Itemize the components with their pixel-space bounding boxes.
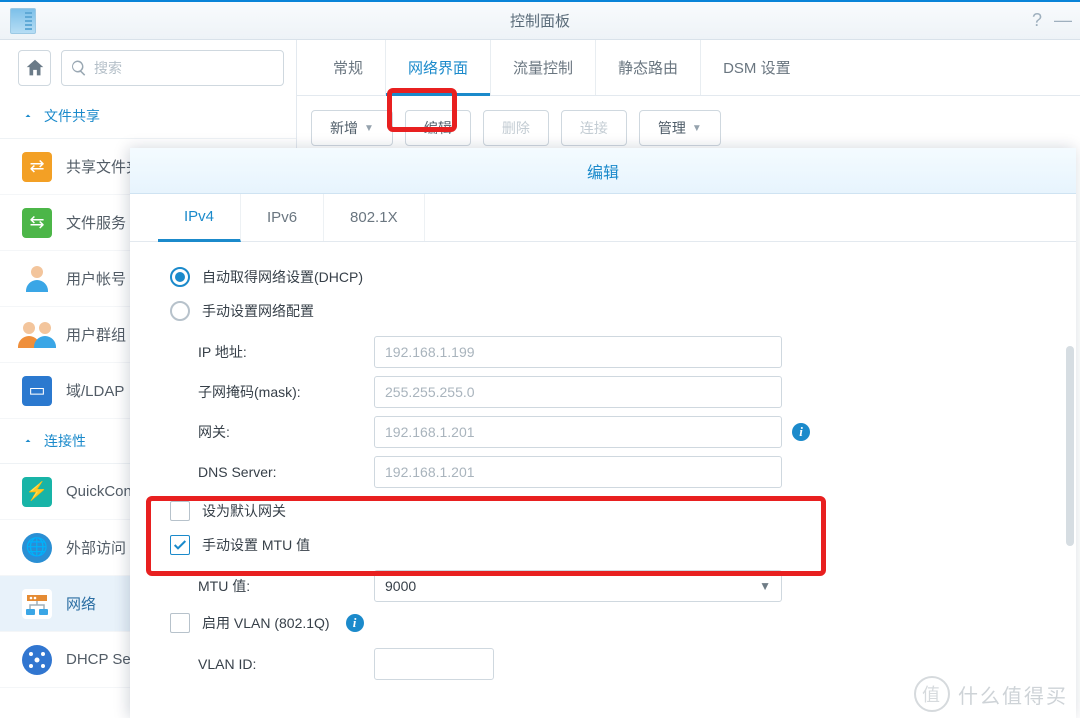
modal-title: 编辑 <box>130 148 1076 194</box>
tab-network-interface[interactable]: 网络界面 <box>386 40 491 95</box>
watermark: 值 什么值得买 <box>914 676 1068 712</box>
row-ip: IP 地址: <box>198 332 1036 372</box>
button-label: 新增 <box>330 118 358 138</box>
tab-general[interactable]: 常规 <box>311 40 386 95</box>
checkbox-label: 设为默认网关 <box>202 501 286 521</box>
info-icon[interactable]: i <box>346 614 364 632</box>
mask-input <box>374 376 782 408</box>
caret-down-icon: ▼ <box>759 579 771 593</box>
watermark-icon: 值 <box>914 676 950 712</box>
edit-modal: 编辑 IPv4 IPv6 802.1X 自动取得网络设置(DHCP) 手动设置网… <box>130 148 1076 718</box>
gateway-input <box>374 416 782 448</box>
tab-flow-control[interactable]: 流量控制 <box>491 40 596 95</box>
ip-input <box>374 336 782 368</box>
checkbox-default-gateway[interactable]: 设为默认网关 <box>170 494 1036 528</box>
sidebar-item-label: 用户群组 <box>66 324 126 345</box>
search-icon <box>70 59 88 77</box>
tab-dsm-settings[interactable]: DSM 设置 <box>701 40 813 95</box>
add-button[interactable]: 新增 ▼ <box>311 110 393 146</box>
group-file-share[interactable]: 文件共享 <box>0 94 296 139</box>
sidebar-item-label: 域/LDAP <box>66 380 124 401</box>
radio-manual[interactable]: 手动设置网络配置 <box>170 294 1036 328</box>
radio-on-icon <box>170 267 190 287</box>
radio-dhcp[interactable]: 自动取得网络设置(DHCP) <box>170 260 1036 294</box>
tab-static-route[interactable]: 静态路由 <box>596 40 701 95</box>
connect-button: 连接 <box>561 110 627 146</box>
chevron-up-icon <box>22 110 34 122</box>
field-label: MTU 值: <box>198 576 374 596</box>
field-label: IP 地址: <box>198 342 374 362</box>
sidebar-item-label: 外部访问 <box>66 537 126 558</box>
sidebar-item-label: 用户帐号 <box>66 268 126 289</box>
watermark-text: 什么值得买 <box>958 680 1068 709</box>
globe-icon: 🌐 <box>22 533 52 563</box>
share-folder-icon: ⇄ <box>22 152 52 182</box>
row-dns: DNS Server: <box>198 452 1036 492</box>
checkbox-off-icon <box>170 613 190 633</box>
group-icon <box>22 320 52 350</box>
info-icon[interactable]: i <box>792 423 810 441</box>
checkbox-vlan-enable[interactable]: 启用 VLAN (802.1Q) i <box>170 606 1036 640</box>
checkbox-off-icon <box>170 501 190 521</box>
network-icon <box>22 589 52 619</box>
ldap-icon: ▭ <box>22 376 52 406</box>
caret-down-icon: ▼ <box>692 123 702 134</box>
chevron-up-icon <box>22 435 34 447</box>
button-label: 连接 <box>580 118 608 138</box>
quickconnect-icon: ⚡ <box>22 477 52 507</box>
help-icon[interactable]: ? <box>1032 10 1042 31</box>
home-icon <box>24 57 46 79</box>
checkbox-label: 手动设置 MTU 值 <box>202 535 310 555</box>
home-button[interactable] <box>18 50 51 86</box>
tabs-main: 常规 网络界面 流量控制 静态路由 DSM 设置 <box>297 40 1080 96</box>
dhcp-icon <box>22 645 52 675</box>
radio-label: 自动取得网络设置(DHCP) <box>202 267 363 287</box>
titlebar: 控制面板 ? — <box>0 0 1080 40</box>
checkbox-mtu-manual[interactable]: 手动设置 MTU 值 <box>170 528 1036 562</box>
modal-tab-ipv4[interactable]: IPv4 <box>158 194 241 242</box>
modal-tabs: IPv4 IPv6 802.1X <box>130 194 1076 242</box>
scrollbar[interactable] <box>1066 346 1074 546</box>
radio-off-icon <box>170 301 190 321</box>
select-value: 9000 <box>385 578 416 594</box>
checkbox-label: 启用 VLAN (802.1Q) <box>202 613 330 633</box>
search-input[interactable] <box>94 60 275 76</box>
sidebar-item-label: 网络 <box>66 593 96 614</box>
button-label: 编辑 <box>424 118 452 138</box>
checkbox-on-icon <box>170 535 190 555</box>
window-title: 控制面板 <box>510 10 570 31</box>
field-label: 网关: <box>198 422 374 442</box>
radio-label: 手动设置网络配置 <box>202 301 314 321</box>
row-vlan-id: VLAN ID: <box>198 644 1036 684</box>
group-label: 文件共享 <box>44 106 100 126</box>
caret-down-icon: ▼ <box>364 123 374 134</box>
edit-button[interactable]: 编辑 <box>405 110 471 146</box>
row-gateway: 网关: i <box>198 412 1036 452</box>
modal-tab-8021x[interactable]: 802.1X <box>324 194 425 241</box>
minimize-icon[interactable]: — <box>1054 10 1072 31</box>
user-icon <box>22 264 52 294</box>
file-service-icon: ⇆ <box>22 208 52 238</box>
field-label: DNS Server: <box>198 464 374 480</box>
manage-button[interactable]: 管理 ▼ <box>639 110 721 146</box>
modal-tab-ipv6[interactable]: IPv6 <box>241 194 324 241</box>
field-label: 子网掩码(mask): <box>198 382 374 402</box>
row-mtu: MTU 值: 9000 ▼ <box>198 566 1036 606</box>
search-input-wrap[interactable] <box>61 50 284 86</box>
field-label: VLAN ID: <box>198 656 374 672</box>
button-label: 删除 <box>502 118 530 138</box>
group-label: 连接性 <box>44 431 86 451</box>
button-label: 管理 <box>658 118 686 138</box>
vlan-id-input <box>374 648 494 680</box>
dns-input <box>374 456 782 488</box>
app-icon <box>10 8 36 34</box>
toolbar: 新增 ▼ 编辑 删除 连接 管理 ▼ <box>297 96 1080 146</box>
sidebar-item-label: 文件服务 <box>66 212 126 233</box>
delete-button: 删除 <box>483 110 549 146</box>
row-mask: 子网掩码(mask): <box>198 372 1036 412</box>
mtu-select[interactable]: 9000 ▼ <box>374 570 782 602</box>
